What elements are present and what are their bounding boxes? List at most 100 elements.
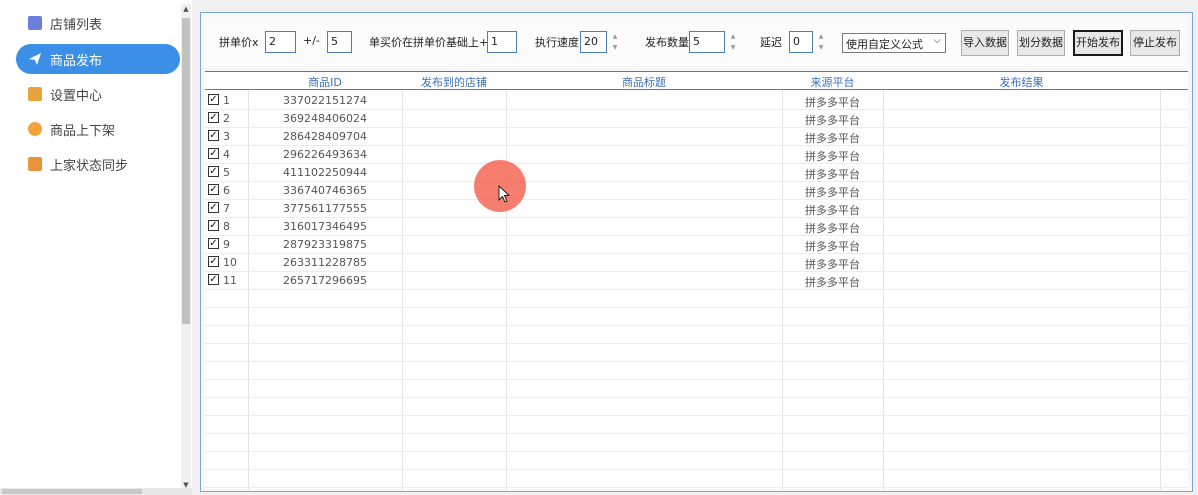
platform-cell: 拼多多平台 bbox=[805, 186, 860, 199]
table-header: 商品ID 发布到的店铺 商品标题 来源平台 发布结果 bbox=[205, 72, 1188, 90]
platform-cell: 拼多多平台 bbox=[805, 114, 860, 127]
platform-cell: 拼多多平台 bbox=[805, 132, 860, 145]
row-checkbox[interactable]: ✓ bbox=[208, 94, 219, 105]
product-id-cell: 336740746365 bbox=[283, 184, 367, 197]
row-checkbox[interactable]: ✓ bbox=[208, 148, 219, 159]
row-checkbox[interactable]: ✓ bbox=[208, 184, 219, 195]
speed-label: 执行速度 bbox=[535, 36, 579, 49]
plus-minus-input[interactable]: 5 bbox=[327, 31, 352, 53]
sidebar-item-label: 上家状态同步 bbox=[50, 158, 129, 174]
stop-publish-button[interactable]: 停止发布 bbox=[1130, 30, 1180, 56]
mouse-pointer-icon bbox=[498, 185, 511, 203]
table-row[interactable]: ✓ 8 316017346495 拼多多平台 bbox=[205, 217, 1188, 235]
table-row[interactable]: ✓ 4 296226493634 拼多多平台 bbox=[205, 145, 1188, 163]
product-id-cell: 377561177555 bbox=[283, 202, 367, 215]
chevron-down-icon: ⌵ bbox=[933, 35, 941, 46]
main-panel: 拼单价x 2 +/- 5 单买价在拼单价基础上+ 1 执行速度 20 ▲ ▼ 发布… bbox=[200, 12, 1193, 492]
table-row[interactable]: ✓ 1 337022151274 拼多多平台 bbox=[205, 91, 1188, 109]
product-id-cell: 411102250944 bbox=[283, 166, 367, 179]
column-header[interactable]: 来源平台 bbox=[782, 74, 883, 90]
store-list-icon bbox=[28, 16, 42, 30]
column-header[interactable]: 商品标题 bbox=[506, 74, 782, 90]
platform-cell: 拼多多平台 bbox=[805, 258, 860, 271]
table-row[interactable]: ✓ 3 286428409704 拼多多平台 bbox=[205, 127, 1188, 145]
scroll-up-icon[interactable]: ▲ bbox=[181, 4, 191, 14]
formula-select[interactable]: 使用自定义公式 ⌵ bbox=[842, 33, 946, 53]
speed-input[interactable]: 20 bbox=[580, 31, 607, 53]
row-number: 8 bbox=[223, 220, 230, 233]
buy-price-label: 单买价在拼单价基础上+ bbox=[369, 36, 489, 49]
split-data-button[interactable]: 划分数据 bbox=[1017, 30, 1065, 56]
sidebar-item-shelf[interactable]: 商品上下架 bbox=[16, 114, 180, 144]
shelf-tag-icon bbox=[28, 122, 42, 136]
platform-cell: 拼多多平台 bbox=[805, 222, 860, 235]
table-row[interactable]: ✓ 11 265717296695 拼多多平台 bbox=[205, 271, 1188, 289]
row-number: 3 bbox=[223, 130, 230, 143]
price-multiplier-label: 拼单价x bbox=[219, 36, 259, 49]
row-number: 4 bbox=[223, 148, 230, 161]
product-id-cell: 316017346495 bbox=[283, 220, 367, 233]
table-row[interactable]: ✓ 10 263311228785 拼多多平台 bbox=[205, 253, 1188, 271]
row-checkbox[interactable]: ✓ bbox=[208, 238, 219, 249]
price-multiplier-input[interactable]: 2 bbox=[265, 31, 296, 53]
table-row[interactable]: ✓ 9 287923319875 拼多多平台 bbox=[205, 235, 1188, 253]
buy-price-input[interactable]: 1 bbox=[487, 31, 517, 53]
delay-label: 延迟 bbox=[760, 36, 782, 49]
column-header[interactable]: 发布到的店铺 bbox=[402, 74, 506, 90]
sidebar-item-label: 店铺列表 bbox=[50, 17, 103, 33]
row-checkbox[interactable]: ✓ bbox=[208, 166, 219, 177]
publish-count-spinner-icon[interactable]: ▲ ▼ bbox=[728, 31, 738, 53]
column-header[interactable]: 商品ID bbox=[248, 74, 402, 90]
row-number: 1 bbox=[223, 94, 230, 107]
publish-count-input[interactable]: 5 bbox=[689, 31, 725, 53]
table-row[interactable]: ✓ 7 377561177555 拼多多平台 bbox=[205, 199, 1188, 217]
sidebar-item-label: 设置中心 bbox=[50, 88, 103, 104]
platform-cell: 拼多多平台 bbox=[805, 276, 860, 289]
row-checkbox[interactable]: ✓ bbox=[208, 220, 219, 231]
row-number: 10 bbox=[223, 256, 237, 269]
sidebar-item-product-publish[interactable]: 商品发布 bbox=[16, 44, 180, 74]
sidebar-item-settings[interactable]: 设置中心 bbox=[16, 79, 180, 109]
plus-minus-label: +/- bbox=[303, 34, 320, 47]
row-checkbox[interactable]: ✓ bbox=[208, 202, 219, 213]
delay-input[interactable]: 0 bbox=[789, 31, 813, 53]
row-checkbox[interactable]: ✓ bbox=[208, 112, 219, 123]
row-checkbox[interactable]: ✓ bbox=[208, 274, 219, 285]
row-number: 7 bbox=[223, 202, 230, 215]
sidebar-item-store-list[interactable]: 店铺列表 bbox=[16, 8, 180, 38]
sync-doc-icon bbox=[28, 157, 42, 171]
speed-spinner-icon[interactable]: ▲ ▼ bbox=[610, 31, 620, 53]
paper-plane-icon bbox=[28, 52, 42, 66]
row-checkbox[interactable]: ✓ bbox=[208, 130, 219, 141]
toolbar: 拼单价x 2 +/- 5 单买价在拼单价基础上+ 1 执行速度 20 ▲ ▼ 发布… bbox=[205, 17, 1188, 69]
platform-cell: 拼多多平台 bbox=[805, 240, 860, 253]
table-row[interactable]: ✓ 6 336740746365 拼多多平台 bbox=[205, 181, 1188, 199]
row-number: 5 bbox=[223, 166, 230, 179]
row-number: 11 bbox=[223, 274, 237, 287]
row-number: 2 bbox=[223, 112, 230, 125]
sidebar-item-sync[interactable]: 上家状态同步 bbox=[16, 149, 180, 179]
sidebar-horizontal-scrollbar[interactable] bbox=[0, 488, 192, 495]
table-row[interactable]: ✓ 2 369248406024 拼多多平台 bbox=[205, 109, 1188, 127]
column-header[interactable]: 发布结果 bbox=[883, 74, 1160, 90]
scrollbar-thumb[interactable] bbox=[182, 18, 190, 324]
start-publish-button[interactable]: 开始发布 bbox=[1073, 30, 1123, 56]
product-id-cell: 287923319875 bbox=[283, 238, 367, 251]
table-row[interactable]: ✓ 5 411102250944 拼多多平台 bbox=[205, 163, 1188, 181]
settings-box-icon bbox=[28, 87, 42, 101]
row-checkbox[interactable]: ✓ bbox=[208, 256, 219, 267]
product-table[interactable]: 商品ID 发布到的店铺 商品标题 来源平台 发布结果 ✓ 1 33702215127… bbox=[205, 71, 1188, 490]
delay-spinner-icon[interactable]: ▲ ▼ bbox=[816, 31, 826, 53]
product-id-cell: 265717296695 bbox=[283, 274, 367, 287]
sidebar-item-label: 商品上下架 bbox=[50, 123, 116, 139]
product-id-cell: 296226493634 bbox=[283, 148, 367, 161]
formula-select-value: 使用自定义公式 bbox=[846, 38, 923, 51]
sidebar-vertical-scrollbar[interactable]: ▲ ▼ bbox=[181, 4, 191, 490]
import-data-button[interactable]: 导入数据 bbox=[961, 30, 1009, 56]
product-id-cell: 263311228785 bbox=[283, 256, 367, 269]
platform-cell: 拼多多平台 bbox=[805, 96, 860, 109]
app-window: 店铺列表 商品发布 设置中心 商品上下架 上家状态同步 ▲ ▼ 拼单价x 2 +… bbox=[0, 0, 1198, 495]
publish-count-label: 发布数量 bbox=[645, 36, 689, 49]
platform-cell: 拼多多平台 bbox=[805, 168, 860, 181]
scrollbar-thumb[interactable] bbox=[2, 489, 142, 494]
